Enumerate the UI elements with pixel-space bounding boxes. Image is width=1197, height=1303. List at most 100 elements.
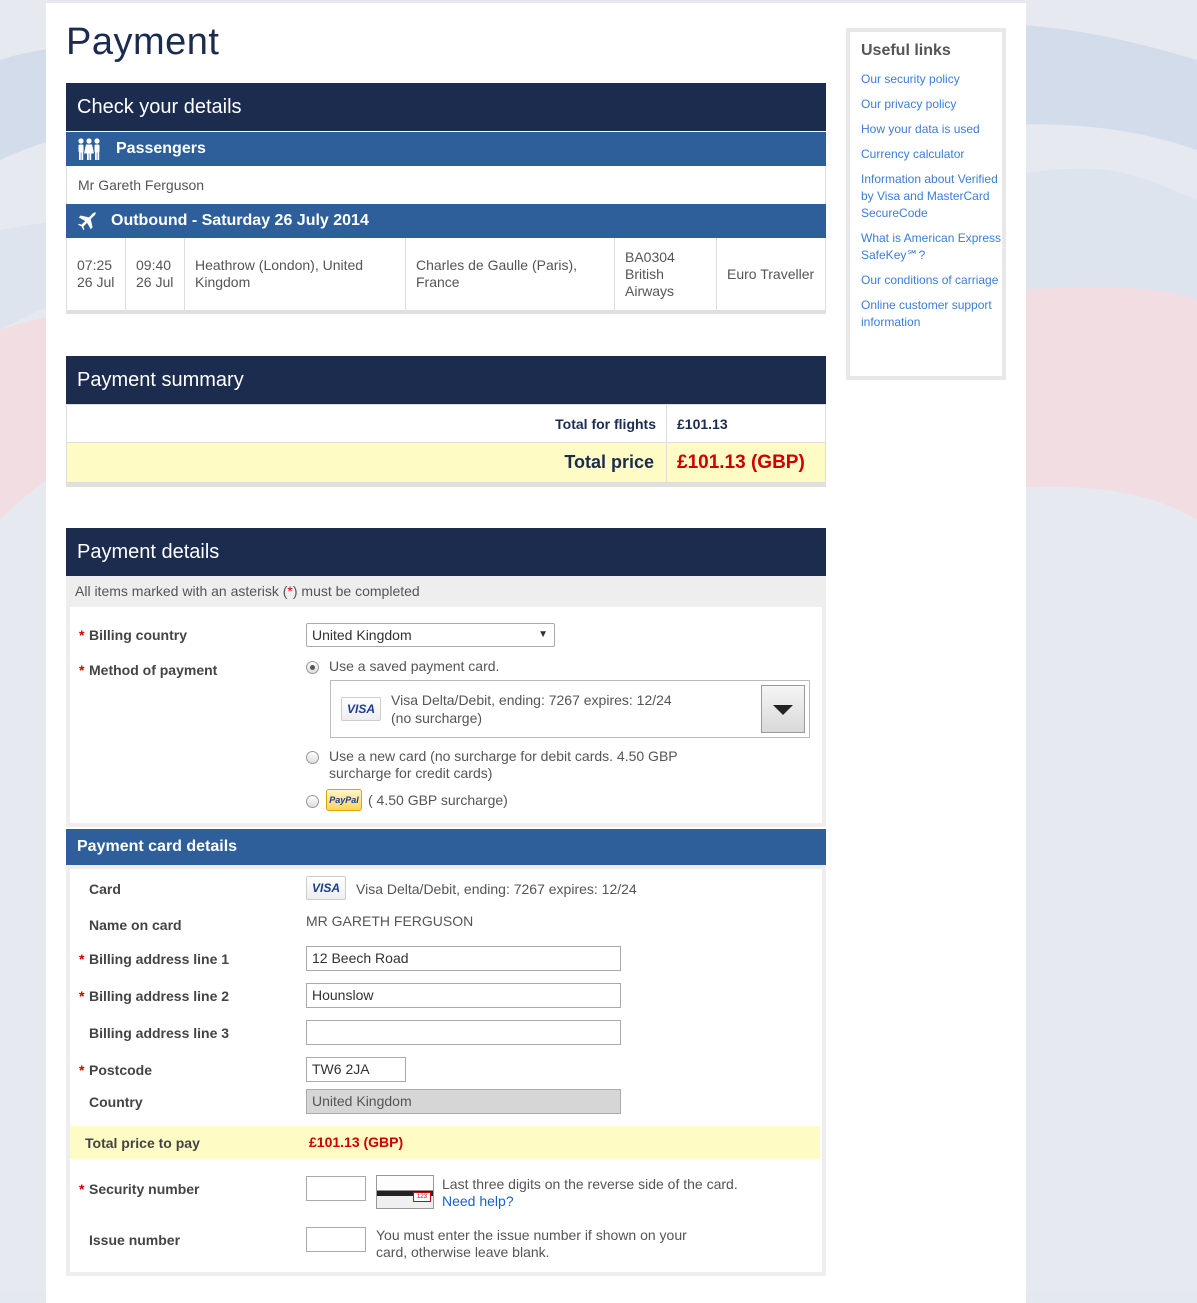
verified-by-visa-link[interactable]: Information about Verified by Visa and M… <box>861 171 1002 222</box>
required-asterisk: * <box>79 1181 85 1197</box>
address-line2-label-text: Billing address line 2 <box>89 988 230 1004</box>
flight-row: 07:25 26 Jul 09:40 26 Jul Heathrow (London… <box>66 238 826 310</box>
arrive-time: 09:40 <box>136 257 172 273</box>
plane-icon <box>77 210 99 245</box>
paypal-logo-icon: PayPal <box>326 789 362 811</box>
card-digits: 123 <box>413 1192 431 1202</box>
payment-summary-heading: Payment summary <box>66 356 826 404</box>
postcode-input[interactable]: TW6 2JA <box>306 1057 406 1082</box>
check-details-panel: Check your details Passengers Mr Gareth … <box>66 83 826 314</box>
select-arrow-icon: ▼ <box>538 629 548 640</box>
saved-card-line2: (no surcharge) <box>391 710 483 726</box>
data-usage-link[interactable]: How your data is used <box>861 121 1002 138</box>
flight-number: BA0304 <box>625 248 675 265</box>
name-on-card-label: Name on card <box>89 917 182 933</box>
page-container: Payment Check your details Passengers Mr… <box>46 3 1026 1303</box>
card-details-form: Card VISA Visa Delta/Debit, ending: 7267… <box>70 869 822 1272</box>
origin-cell: Heathrow (London), United Kingdom <box>184 238 406 310</box>
address-line2-input[interactable]: Hounslow <box>306 983 621 1008</box>
card-visa-icon: VISA <box>306 876 346 900</box>
country-label: Country <box>89 1094 143 1110</box>
customer-support-link[interactable]: Online customer support information <box>861 297 1002 331</box>
saved-card-option-text: Use a saved payment card. <box>329 658 500 674</box>
address-line2-label: * Billing address line 2 <box>79 988 230 1004</box>
new-card-radio[interactable] <box>306 751 319 764</box>
required-asterisk: * <box>79 951 85 967</box>
passengers-label: Passengers <box>116 140 206 157</box>
destination-cell: Charles de Gaulle (Paris), France <box>405 238 615 310</box>
panel-bottom-rule <box>66 483 826 487</box>
billing-country-label: * Billing country <box>79 627 187 643</box>
security-policy-link[interactable]: Our security policy <box>861 71 1002 88</box>
address-line1-label: * Billing address line 1 <box>79 951 230 967</box>
panel-bottom-rule <box>66 310 826 314</box>
summary-total-row: Total price £101.13 (GBP) <box>66 442 826 483</box>
amex-safekey-link[interactable]: What is American Express SafeKey℠? <box>861 230 1002 264</box>
method-label-text: Method of payment <box>89 662 218 678</box>
outbound-subhead: Outbound - Saturday 26 July 2014 <box>66 204 826 238</box>
billing-country-select[interactable]: United Kingdom ▼ <box>306 623 555 647</box>
passengers-subhead: Passengers <box>66 132 826 166</box>
address-line3-label: Billing address line 3 <box>89 1025 230 1041</box>
address-line3-input[interactable] <box>306 1020 621 1045</box>
new-card-option-line1: Use a new card (no surcharge for debit c… <box>329 748 678 764</box>
required-asterisk: * <box>79 988 85 1004</box>
security-number-label: * Security number <box>79 1181 200 1197</box>
cabin-cell: Euro Traveller <box>727 265 815 282</box>
card-details-panel: Payment card details Card VISA Visa Delt… <box>66 829 826 1276</box>
issue-number-input[interactable] <box>306 1227 366 1252</box>
need-help-link[interactable]: Need help? <box>442 1193 514 1209</box>
new-card-option-line2: surcharge for credit cards) <box>329 765 493 781</box>
flight-number-cell: BA0304 British Airways <box>614 238 717 310</box>
privacy-policy-link[interactable]: Our privacy policy <box>861 96 1002 113</box>
issue-help-line1: You must enter the issue number if shown… <box>376 1227 687 1243</box>
card-back-icon: 123 <box>376 1175 434 1209</box>
arrive-cell: 09:40 26 Jul <box>125 238 185 310</box>
card-label: Card <box>89 881 121 897</box>
total-to-pay-label: Total price to pay <box>85 1135 200 1151</box>
passengers-icon <box>76 138 102 175</box>
depart-cell: 07:25 26 Jul <box>66 238 126 310</box>
saved-card-radio[interactable] <box>306 661 319 674</box>
flights-total-label: Total for flights <box>66 404 667 443</box>
total-to-pay-row: Total price to pay £101.13 (GBP) <box>70 1126 820 1159</box>
page-title: Payment <box>66 21 220 63</box>
arrive-date: 26 Jul <box>136 274 174 290</box>
security-number-label-text: Security number <box>89 1181 200 1197</box>
total-price-value: £101.13 (GBP) <box>666 442 826 483</box>
required-asterisk: * <box>79 627 85 643</box>
depart-date: 26 Jul <box>77 274 115 290</box>
paypal-radio[interactable] <box>306 795 319 808</box>
card-details-box: Card VISA Visa Delta/Debit, ending: 7267… <box>66 865 826 1276</box>
method-of-payment-label: * Method of payment <box>79 662 218 678</box>
country-input: United Kingdom <box>306 1089 621 1114</box>
payment-method-form: * Billing country United Kingdom ▼ * Metho… <box>70 607 822 823</box>
useful-links-inner: Useful links Our security policy Our pri… <box>850 32 1002 376</box>
total-price-label: Total price <box>66 442 667 483</box>
total-to-pay-value: £101.13 (GBP) <box>309 1134 404 1150</box>
address-line1-label-text: Billing address line 1 <box>89 951 230 967</box>
name-on-card-value: MR GARETH FERGUSON <box>306 913 474 929</box>
passenger-name: Mr Gareth Ferguson <box>66 166 826 204</box>
summary-flights-row: Total for flights £101.13 <box>66 404 826 443</box>
postcode-label-text: Postcode <box>89 1062 153 1078</box>
issue-help-text: You must enter the issue number if shown… <box>376 1227 687 1261</box>
saved-card-dropdown[interactable]: VISA Visa Delta/Debit, ending: 7267 expi… <box>330 680 810 738</box>
flight-table: 07:25 26 Jul 09:40 26 Jul Heathrow (London… <box>66 238 826 310</box>
visa-card-icon: VISA <box>341 697 381 721</box>
conditions-of-carriage-link[interactable]: Our conditions of carriage <box>861 272 1002 289</box>
payment-method-box: * Billing country United Kingdom ▼ * Metho… <box>66 607 826 827</box>
useful-links-sidebar: Useful links Our security policy Our pri… <box>846 28 1006 380</box>
address-line1-input[interactable]: 12 Beech Road <box>306 946 621 971</box>
saved-card-dropdown-button[interactable] <box>761 685 805 733</box>
currency-calculator-link[interactable]: Currency calculator <box>861 146 1002 163</box>
depart-time: 07:25 <box>77 257 113 273</box>
card-details-heading: Payment card details <box>66 829 826 865</box>
postcode-label: * Postcode <box>79 1062 153 1078</box>
required-asterisk: * <box>79 662 85 678</box>
required-asterisk: * <box>79 1062 85 1078</box>
saved-card-line1: Visa Delta/Debit, ending: 7267 expires: … <box>391 692 672 708</box>
notice-text-end: ) must be completed <box>292 583 420 599</box>
payment-summary-panel: Payment summary Total for flights £101.1… <box>66 356 826 487</box>
security-number-input[interactable] <box>306 1176 366 1201</box>
